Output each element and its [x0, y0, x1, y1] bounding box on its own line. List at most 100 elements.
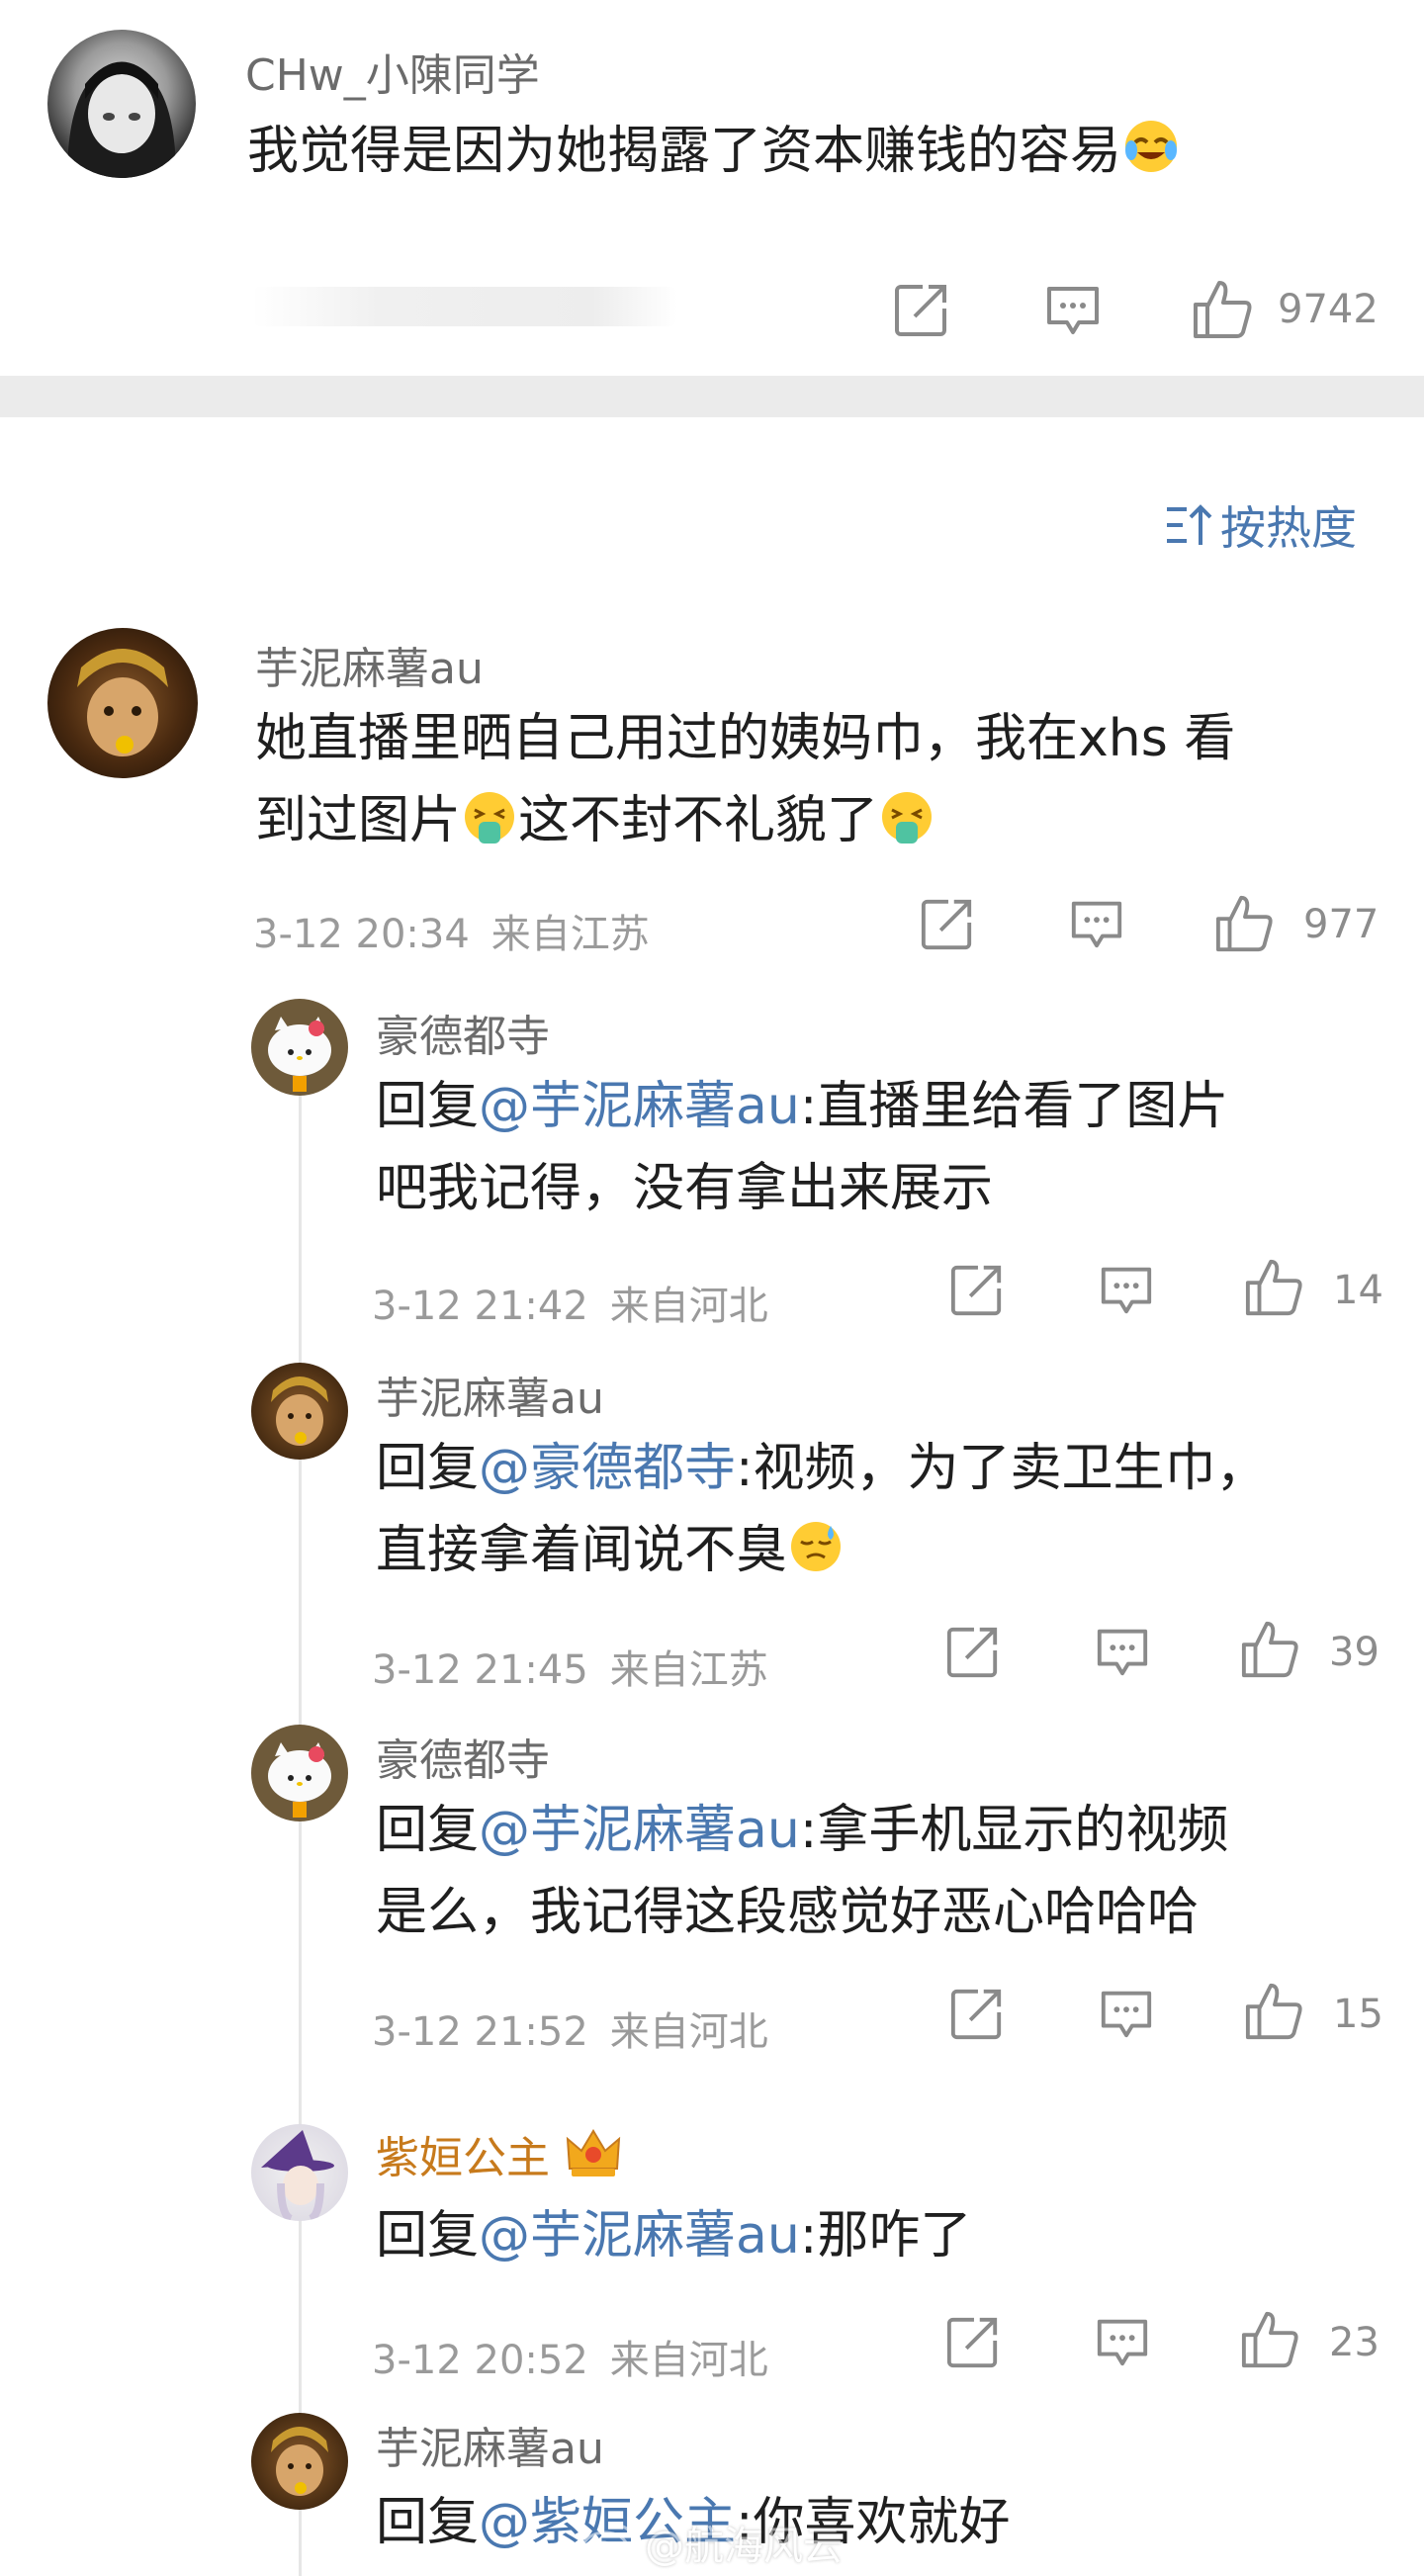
comment-icon[interactable]: [1068, 896, 1125, 957]
comment-line: 她直播里晒自己用过的姨妈巾，我在xhs 看: [255, 709, 1236, 768]
reply-segment: :视频，为了卖卫生巾，: [736, 1439, 1268, 1498]
avatar[interactable]: [47, 628, 198, 778]
reply-text: 回复@豪德都寺:视频，为了卖卫生巾， 直接拿着闻说不臭: [376, 1428, 1394, 1600]
repost-icon[interactable]: [945, 1624, 1001, 1683]
username[interactable]: 豪德都寺: [376, 1001, 550, 1064]
mention-link[interactable]: @豪德都寺: [479, 1439, 736, 1498]
like-icon[interactable]: [1240, 1618, 1301, 1683]
repost-icon[interactable]: [949, 1986, 1005, 2045]
comment-icon[interactable]: [1094, 2314, 1151, 2375]
like-icon[interactable]: [1214, 892, 1276, 957]
vip-crown-icon: [564, 2125, 623, 2182]
like-icon[interactable]: [1192, 277, 1255, 344]
mention-link[interactable]: @芋泥麻薯au: [479, 1801, 800, 1860]
monkey-avatar-icon: [77, 649, 168, 756]
comment-text-body: 我觉得是因为她揭露了资本赚钱的容易: [247, 122, 1122, 181]
witch-avatar-icon: [261, 2130, 334, 2221]
sort-button[interactable]: 按热度: [1165, 492, 1357, 558]
weibo-logo-icon: [581, 2524, 635, 2564]
sort-label: 按热度: [1220, 501, 1357, 555]
comment-text: 她直播里晒自己用过的姨妈巾，我在xhs 看 到过图片 这不封不礼貌了: [255, 698, 1382, 870]
hello-kitty-avatar-icon: [268, 1742, 331, 1818]
reply-text: 回复@紫姮公主:你喜欢就好: [376, 2482, 1394, 2564]
reply-prefix: 回复: [376, 2206, 480, 2265]
location: 来自河北: [609, 2009, 768, 2055]
reply-line: 吧我记得，没有拿出来展示: [376, 1159, 994, 1218]
username[interactable]: 芋泥麻薯au: [376, 1363, 604, 1426]
comment-meta: 3-12 21:45 来自江苏: [372, 1638, 768, 1695]
like-count: 14: [1333, 1268, 1383, 1313]
avatar[interactable]: [47, 30, 196, 178]
reply-line: 回复@紫姮公主:你喜欢就好: [376, 2482, 1394, 2564]
reply-segment: 直接拿着闻说不臭: [376, 1521, 788, 1580]
monkey-avatar-icon: [271, 1377, 328, 1446]
reply-segment: :那咋了: [799, 2206, 972, 2265]
location: 来自江苏: [609, 1647, 768, 1693]
like-count: 977: [1303, 902, 1380, 947]
comment-meta: 3-12 20:34 来自江苏: [253, 902, 650, 959]
like-icon[interactable]: [1240, 2308, 1301, 2373]
repost-icon[interactable]: [920, 896, 975, 955]
comment-segment: 到过图片: [255, 791, 462, 850]
location: 来自江苏: [490, 912, 650, 957]
username[interactable]: 芋泥麻薯au: [255, 633, 484, 696]
like-icon[interactable]: [1244, 1256, 1305, 1321]
location: 来自河北: [609, 2338, 768, 2383]
comment-meta: 3-12 21:42 来自河北: [372, 1274, 768, 1331]
timestamp: 3-12 21:45: [372, 1647, 588, 1693]
crying-laughing-emoji-icon: [1121, 117, 1181, 201]
like-count: 9742: [1278, 287, 1379, 332]
timestamp: 3-12 20:52: [372, 2338, 588, 2383]
timestamp: 3-12 21:52: [372, 2009, 588, 2055]
hello-kitty-avatar-icon: [268, 1017, 331, 1092]
avatar[interactable]: [251, 1725, 348, 1821]
comment-icon[interactable]: [1098, 1986, 1155, 2047]
watermark-text: @航海风云: [645, 2524, 843, 2569]
repost-icon[interactable]: [893, 281, 950, 342]
mention-link[interactable]: @芋泥麻薯au: [479, 1077, 800, 1136]
repost-icon[interactable]: [949, 1262, 1005, 1321]
comment-icon[interactable]: [1043, 281, 1103, 344]
reply-text: 回复@芋泥麻薯au:那咋了: [376, 2195, 1394, 2277]
reply-line: 回复@豪德都寺:视频，为了卖卫生巾，: [376, 1428, 1394, 1510]
mention-link[interactable]: @芋泥麻薯au: [479, 2206, 800, 2265]
comment-meta: 3-12 21:52 来自河北: [372, 1999, 768, 2057]
repost-icon[interactable]: [945, 2314, 1001, 2373]
comment-meta: 3-12 20:52 来自河北: [372, 2328, 768, 2385]
comment-icon[interactable]: [1098, 1262, 1155, 1323]
avatar[interactable]: [251, 1363, 348, 1460]
like-count: 15: [1333, 1992, 1383, 2037]
vomiting-emoji-icon: [878, 788, 935, 870]
username[interactable]: CHw_小陳同学: [245, 40, 540, 103]
avatar[interactable]: [251, 2413, 348, 2510]
sort-icon: [1167, 504, 1212, 545]
comment-line: 到过图片 这不封不礼貌了: [255, 780, 1382, 870]
username[interactable]: 芋泥麻薯au: [376, 2413, 604, 2476]
like-icon[interactable]: [1244, 1980, 1305, 2045]
monkey-avatar-icon: [271, 2427, 328, 2496]
username[interactable]: 豪德都寺: [376, 1725, 550, 1788]
username[interactable]: 紫姮公主: [376, 2122, 550, 2185]
sweat-emoji-icon: [787, 1518, 845, 1600]
section-divider: [0, 376, 1424, 417]
reply-line: 回复@芋泥麻薯au:拿手机显示的视频: [376, 1790, 1394, 1872]
username-row: 紫姮公主: [376, 2122, 623, 2185]
reply-text: 回复@芋泥麻薯au:拿手机显示的视频 是么，我记得这段感觉好恶心哈哈哈: [376, 1790, 1394, 1954]
reply-prefix: 回复: [376, 1077, 480, 1136]
comment-segment: 这不封不礼貌了: [518, 791, 879, 850]
avatar[interactable]: [251, 2124, 348, 2221]
timestamp: 3-12 20:34: [253, 912, 470, 957]
reply-line: 直接拿着闻说不臭: [376, 1510, 1394, 1600]
timestamp: 3-12 21:42: [372, 1284, 588, 1329]
reply-text: 回复@芋泥麻薯au:直播里给看了图片 吧我记得，没有拿出来展示: [376, 1066, 1394, 1230]
reply-line: 回复@芋泥麻薯au:那咋了: [376, 2195, 1394, 2277]
location: 来自河北: [609, 1284, 768, 1329]
like-count: 39: [1329, 1630, 1380, 1675]
reply-segment: :拿手机显示的视频: [799, 1801, 1229, 1860]
comment-icon[interactable]: [1094, 1624, 1151, 1685]
avatar[interactable]: [251, 999, 348, 1096]
comment-text: 我觉得是因为她揭露了资本赚钱的容易: [247, 111, 1181, 201]
reply-prefix: 回复: [376, 2493, 480, 2552]
vomiting-emoji-icon: [461, 788, 518, 870]
watermark: @航海风云: [581, 2514, 843, 2571]
